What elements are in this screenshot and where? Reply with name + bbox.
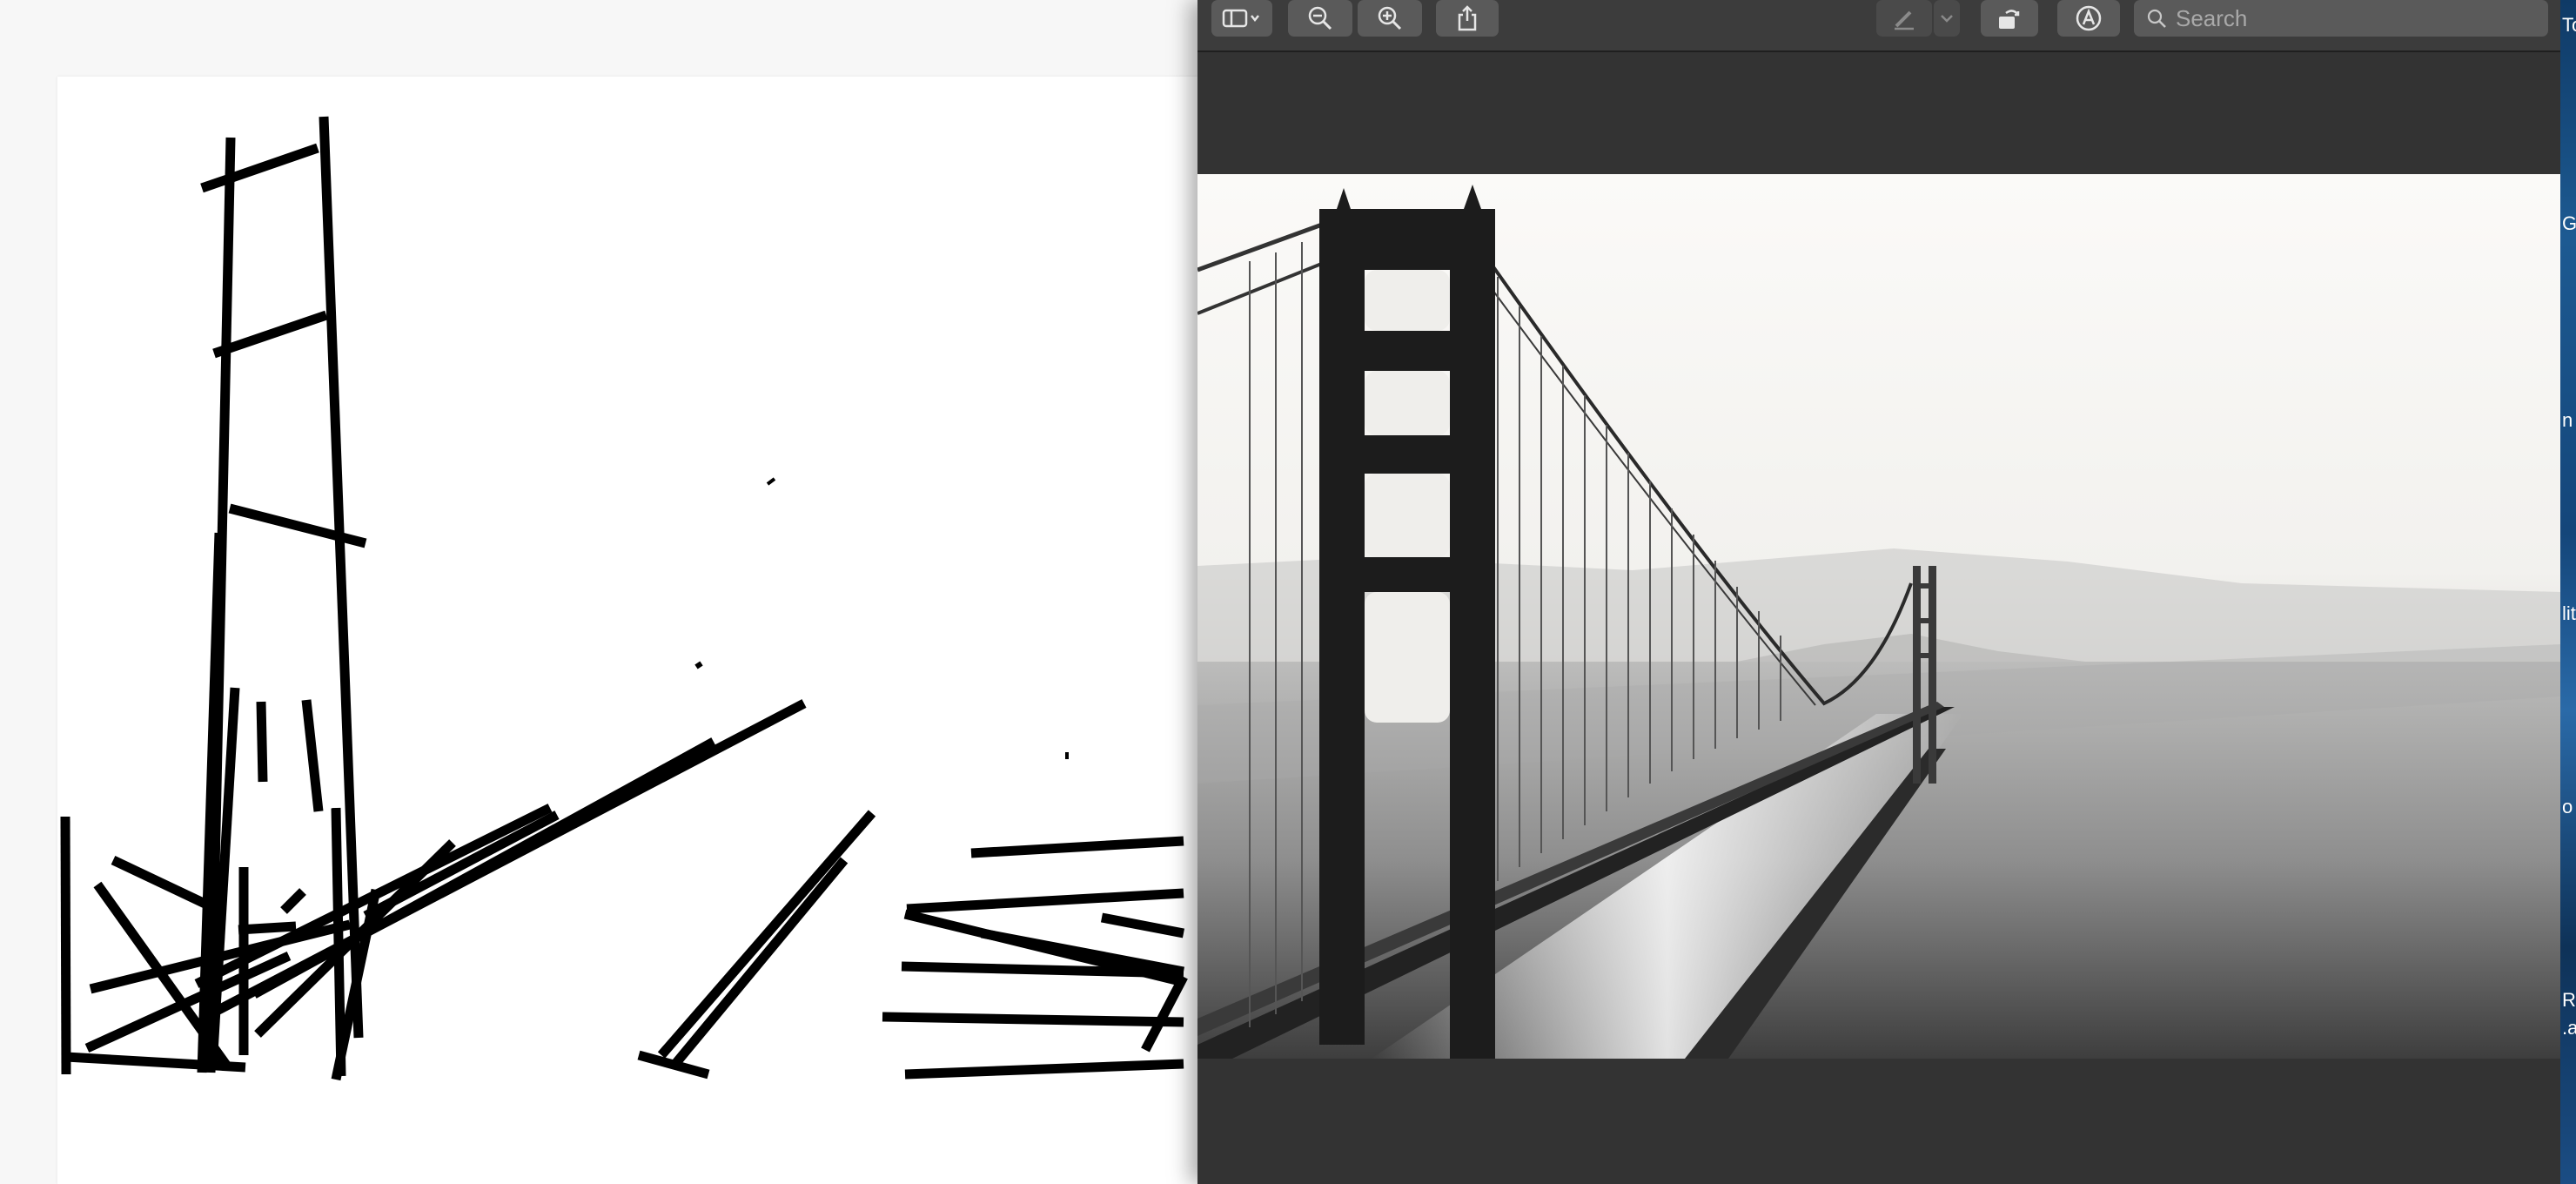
drawing-canvas-window [0, 0, 1197, 1184]
rotate-button[interactable] [1981, 0, 2038, 37]
preview-toolbar [1197, 0, 2560, 52]
share-button[interactable] [1436, 0, 1499, 37]
sketch-line [60, 816, 71, 1075]
desktop-label-fragment: lit [2562, 602, 2576, 624]
sketch-line [228, 503, 367, 548]
sketch-line [906, 888, 1184, 914]
preview-window [1197, 0, 2560, 1184]
annotate-icon [2075, 4, 2103, 32]
sketch-line [280, 888, 306, 914]
zoom-in-button[interactable] [1358, 0, 1422, 37]
zoom-out-icon [1307, 5, 1333, 31]
search-box[interactable] [2134, 0, 2548, 37]
share-icon [1455, 4, 1479, 32]
pen-icon [1891, 5, 1917, 31]
preview-image [1197, 174, 2560, 1059]
drawing-canvas[interactable] [57, 77, 1197, 1184]
rotate-icon [1996, 4, 2023, 32]
search-icon [2146, 8, 2167, 33]
sketch-line [238, 921, 297, 935]
sketch-line [970, 836, 1184, 858]
sketch-line [657, 810, 876, 1059]
sketch-line [301, 699, 324, 812]
sketch-line [256, 701, 268, 783]
sketch-line [200, 143, 319, 193]
zoom-out-button[interactable] [1288, 0, 1352, 37]
desktop-label-fragment: G [2562, 212, 2576, 234]
sidebar-toggle-button[interactable] [1211, 0, 1272, 37]
sketch-line [637, 1050, 710, 1080]
zoom-in-icon [1377, 5, 1403, 31]
sketch-line [111, 856, 215, 912]
chevron-down-icon [1940, 13, 1954, 24]
sketch-line [1100, 912, 1185, 938]
desktop-label-fragment: .a [2562, 1017, 2576, 1039]
sketch-line [252, 737, 716, 999]
desktop-label-fragment: n [2562, 409, 2573, 431]
desktop-label-fragment: RU [2562, 989, 2576, 1011]
sketch-line [882, 1012, 1184, 1027]
markup-pen-button[interactable] [1876, 0, 1932, 37]
sketch-line [671, 857, 849, 1067]
sketch-lines [60, 116, 1188, 1081]
sketch-line [766, 477, 776, 486]
search-input[interactable] [2174, 2, 2534, 35]
desktop-label-fragment: o [2562, 796, 2573, 817]
markup-dropdown-button[interactable] [1934, 0, 1960, 37]
desktop-label-fragment: To [2562, 14, 2576, 36]
desktop-background-strip: To G n lit o RU .a [2560, 0, 2576, 1184]
sketch-line [1141, 974, 1188, 1053]
sidebar-icon [1222, 8, 1262, 29]
sketch-line [694, 661, 703, 669]
annotate-button[interactable] [2057, 0, 2120, 37]
sketch-line [904, 1059, 1184, 1080]
